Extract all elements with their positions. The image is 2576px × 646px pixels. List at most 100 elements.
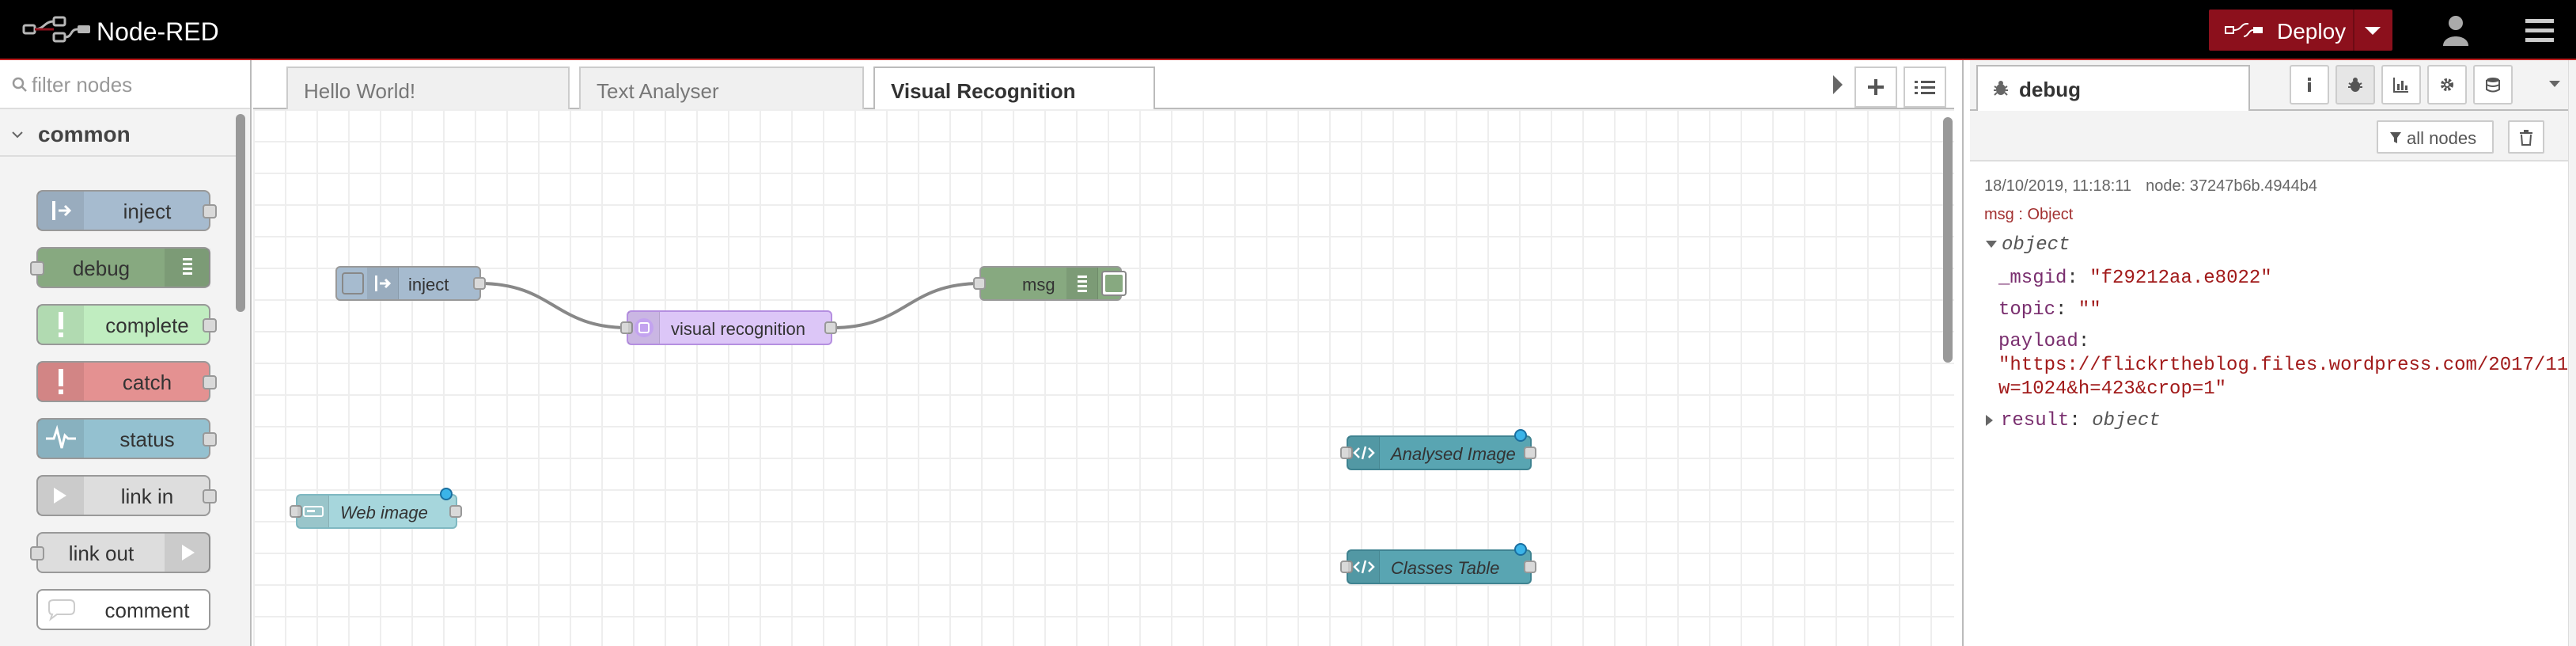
palette-node-inject[interactable]: inject bbox=[36, 190, 217, 231]
inject-icon bbox=[38, 192, 84, 230]
debug-list-icon bbox=[165, 249, 210, 287]
payload-row: payload: bbox=[1998, 331, 2090, 352]
debug-toolbar: all nodes bbox=[1970, 111, 2576, 162]
filter-all-nodes-button[interactable]: all nodes bbox=[2377, 120, 2494, 154]
result-value: object bbox=[2092, 410, 2161, 431]
result-row[interactable]: result: object bbox=[1986, 410, 2161, 431]
output-port[interactable] bbox=[449, 505, 462, 518]
canvas-scrollbar[interactable] bbox=[1943, 117, 1953, 363]
palette-node-label: complete bbox=[105, 314, 189, 337]
flow-node-analysed-image[interactable]: Analysed Image bbox=[1340, 429, 1536, 470]
user-icon[interactable] bbox=[2437, 13, 2475, 48]
database-icon bbox=[2486, 78, 2500, 93]
palette-node-complete[interactable]: complete bbox=[36, 304, 217, 345]
palette-category-common[interactable]: common bbox=[0, 111, 237, 157]
tab-debug[interactable]: debug bbox=[1976, 65, 2250, 111]
text-abc-icon bbox=[297, 496, 329, 527]
object-root-label: object bbox=[2002, 234, 2070, 256]
inject-trigger-button[interactable] bbox=[342, 272, 364, 294]
flow-node-label: Analysed Image bbox=[1391, 444, 1516, 464]
palette-node-catch[interactable]: catch bbox=[36, 361, 217, 402]
output-port bbox=[203, 318, 217, 332]
menu-icon[interactable] bbox=[2521, 14, 2559, 46]
palette-node-debug[interactable]: debug bbox=[30, 247, 210, 288]
output-port[interactable] bbox=[824, 321, 837, 334]
output-port bbox=[203, 375, 217, 390]
deploy-button[interactable]: Deploy bbox=[2209, 10, 2392, 51]
tab-hello-world[interactable]: Hello World! bbox=[286, 66, 570, 109]
palette-node-label: comment bbox=[104, 598, 190, 622]
palette-node-comment[interactable]: comment bbox=[36, 589, 210, 630]
palette-node-status[interactable]: status bbox=[36, 418, 217, 459]
config-tab-button[interactable] bbox=[2427, 65, 2467, 104]
changed-indicator-dot bbox=[440, 488, 453, 500]
flow-node-label: inject bbox=[408, 275, 449, 294]
topic-key: topic bbox=[1998, 299, 2056, 321]
link-out-icon bbox=[165, 534, 210, 572]
output-port[interactable] bbox=[1524, 446, 1536, 459]
palette-node-label: catch bbox=[122, 370, 172, 394]
flow-canvas[interactable] bbox=[253, 109, 1954, 646]
output-port bbox=[203, 489, 217, 504]
filter-icon bbox=[2390, 132, 2401, 143]
info-icon bbox=[2308, 78, 2311, 92]
msgid-value: "f29212aa.e8022" bbox=[2089, 268, 2272, 289]
tab-text-analyser[interactable]: Text Analyser bbox=[579, 66, 864, 109]
caret-right-icon[interactable] bbox=[1831, 73, 1845, 97]
sidebar-tabs: debug bbox=[1970, 60, 2576, 111]
template-code-icon bbox=[1348, 437, 1380, 469]
changed-indicator-dot bbox=[1514, 429, 1527, 442]
debug-message-meta: 18/10/2019, 11:18:11 node: 37247b6b.4944b… bbox=[1984, 177, 2317, 196]
clear-messages-button[interactable] bbox=[2508, 120, 2544, 154]
flow-node-label: Classes Table bbox=[1391, 558, 1500, 578]
debug-tab-button[interactable] bbox=[2335, 65, 2375, 104]
flow-node-web-image[interactable]: Web image bbox=[290, 488, 462, 529]
palette-node-link-in[interactable]: link in bbox=[36, 475, 217, 516]
context-tab-button[interactable] bbox=[2473, 65, 2513, 104]
sidebar-divider[interactable] bbox=[1962, 60, 1964, 646]
result-key: result bbox=[2001, 410, 2070, 431]
palette-node-link-out[interactable]: link out bbox=[30, 532, 210, 573]
info-tab-button[interactable] bbox=[2290, 65, 2329, 104]
flow-node-classes-table[interactable]: Classes Table bbox=[1340, 543, 1536, 584]
filter-nodes-input[interactable] bbox=[32, 71, 237, 98]
add-flow-button[interactable] bbox=[1854, 66, 1897, 108]
palette-node-label: link out bbox=[68, 542, 134, 565]
palette-scrollbar[interactable] bbox=[236, 114, 245, 312]
flow-node-inject[interactable]: inject bbox=[335, 266, 486, 301]
output-port[interactable] bbox=[1524, 560, 1536, 573]
flow-node-visual-recognition[interactable]: visual recognition bbox=[620, 310, 837, 345]
dashboard-tab-button[interactable] bbox=[2381, 65, 2421, 104]
message-topic-line: msg : Object bbox=[1984, 206, 2074, 223]
exclamation-icon bbox=[38, 306, 84, 344]
deploy-separator bbox=[2353, 10, 2354, 51]
app-header: Node-RED Deploy bbox=[0, 0, 2576, 60]
node-palette: common inject debug complete catch bbox=[0, 60, 252, 646]
changed-indicator-dot bbox=[1514, 543, 1527, 556]
debug-toggle-button[interactable] bbox=[1101, 271, 1127, 296]
workspace-tabs: Hello World! Text Analyser Visual Recogn… bbox=[253, 60, 1954, 111]
message-source-node[interactable]: node: 37247b6b.4944b4 bbox=[2146, 177, 2317, 195]
chevron-down-icon bbox=[12, 131, 23, 139]
flow-node-label: msg bbox=[1022, 275, 1055, 294]
sidebar-scrollbar[interactable] bbox=[2568, 60, 2576, 646]
caret-down-icon[interactable] bbox=[2362, 25, 2383, 36]
tab-visual-recognition[interactable]: Visual Recognition bbox=[873, 66, 1155, 111]
expand-toggle-icon bbox=[1986, 241, 1997, 249]
list-flows-button[interactable] bbox=[1904, 66, 1946, 108]
trash-icon bbox=[2520, 130, 2532, 146]
msgid-row: _msgid: "f29212aa.e8022" bbox=[1998, 268, 2272, 289]
output-port bbox=[203, 432, 217, 446]
list-icon bbox=[1915, 81, 1935, 94]
input-port[interactable] bbox=[973, 277, 986, 290]
bug-icon bbox=[1994, 81, 2008, 96]
visual-recognition-icon bbox=[628, 312, 660, 344]
tab-debug-label: debug bbox=[2019, 78, 2081, 101]
object-root-row[interactable]: object bbox=[1986, 234, 2070, 256]
caret-down-icon[interactable] bbox=[2548, 79, 2562, 89]
palette-search bbox=[0, 60, 250, 109]
palette-node-label: inject bbox=[123, 200, 172, 223]
output-port[interactable] bbox=[473, 277, 486, 290]
link-in-icon bbox=[38, 477, 84, 515]
flow-node-msg-debug[interactable]: msg bbox=[973, 266, 1127, 301]
